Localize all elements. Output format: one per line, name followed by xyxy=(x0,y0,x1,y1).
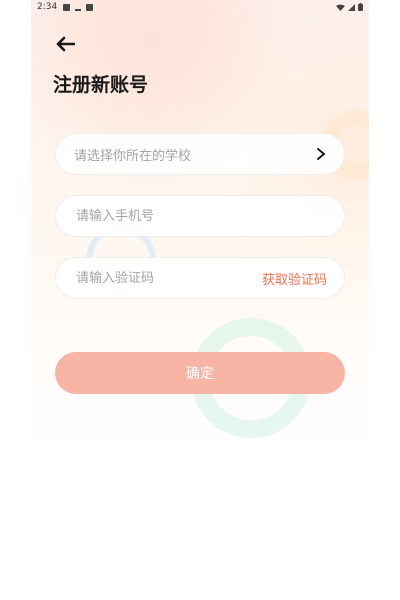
download-icon xyxy=(75,4,82,11)
status-bar: 2:34 xyxy=(31,0,369,14)
code-field-wrapper: 获取验证码 xyxy=(55,257,345,299)
school-select[interactable]: 请选择你所在的学校 xyxy=(55,133,345,175)
phone-field-wrapper xyxy=(55,195,345,237)
signal-icon xyxy=(348,3,355,11)
get-code-button[interactable]: 获取验证码 xyxy=(262,269,327,288)
status-time: 2:34 xyxy=(37,2,58,12)
app-screen: 2:34 注册新账号 请选择你所在的学校 获取验证码 确定 xyxy=(31,0,369,600)
verification-code-input[interactable] xyxy=(74,269,248,287)
back-button[interactable] xyxy=(53,32,77,56)
page-title: 注册新账号 xyxy=(53,74,149,96)
chevron-right-icon xyxy=(317,148,325,160)
school-select-placeholder: 请选择你所在的学校 xyxy=(74,148,192,164)
app-notification-icon xyxy=(86,3,94,11)
confirm-button[interactable]: 确定 xyxy=(55,352,345,394)
wifi-icon xyxy=(336,4,345,11)
arrow-left-icon xyxy=(56,36,75,52)
phone-input[interactable] xyxy=(74,207,326,225)
notification-icon xyxy=(63,3,71,11)
battery-icon xyxy=(358,3,363,11)
